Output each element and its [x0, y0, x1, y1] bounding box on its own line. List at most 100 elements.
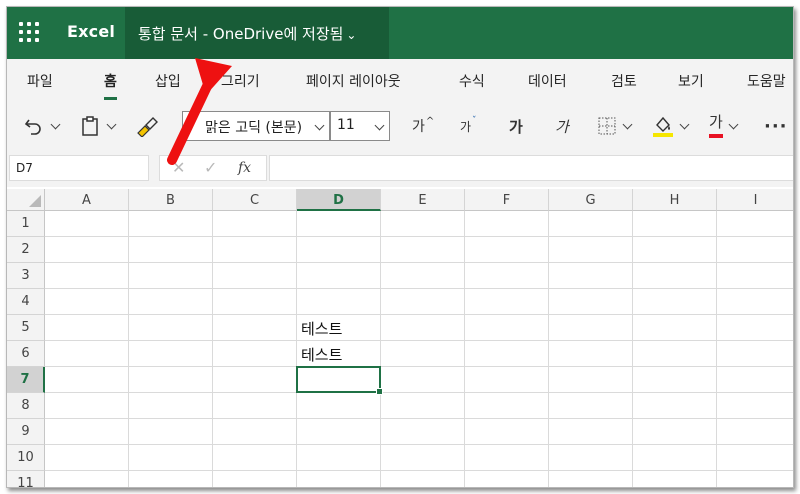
- tab-review[interactable]: 검토: [611, 71, 637, 91]
- more-options-button[interactable]: ···: [764, 111, 788, 141]
- chevron-down-icon: [106, 119, 117, 129]
- column-header-f[interactable]: F: [465, 189, 549, 211]
- ribbon-toolbar: 맑은 고딕 (본문) 11 가 ^ 가ˇ 가 가 가 ···: [7, 101, 793, 151]
- bold-button[interactable]: 가: [509, 111, 523, 141]
- row-header-3[interactable]: 3: [7, 263, 45, 289]
- ribbon-tabs: 파일 홈 삽입 그리기 페이지 레이아웃 수식 데이터 검토 보기 도움말: [7, 59, 793, 101]
- document-title-button[interactable]: 통합 문서 - OneDrive에 저장됨 ⌄: [125, 7, 389, 59]
- app-brand[interactable]: Excel: [67, 22, 115, 41]
- row-header-4[interactable]: 4: [7, 289, 45, 315]
- column-gridline: [632, 211, 633, 487]
- chevron-down-icon: [679, 119, 690, 129]
- shrink-font-button[interactable]: 가ˇ: [460, 111, 477, 141]
- spreadsheet-grid[interactable]: ABCDEFGHI 1 2 3 4 5 6 7 8 9 10 11 테스트 테스트: [7, 189, 793, 487]
- title-bar: Excel 통합 문서 - OneDrive에 저장됨 ⌄: [7, 7, 793, 59]
- paste-button[interactable]: [79, 111, 117, 141]
- font-name-dropdown[interactable]: 맑은 고딕 (본문): [182, 111, 330, 141]
- tab-view[interactable]: 보기: [678, 71, 704, 91]
- row-header-1[interactable]: 1: [7, 211, 45, 237]
- up-icon: ^: [425, 115, 435, 127]
- font-color-icon: 가: [709, 114, 723, 138]
- row-header-9[interactable]: 9: [7, 419, 45, 445]
- column-header-a[interactable]: A: [45, 189, 129, 211]
- column-gridline: [548, 211, 549, 487]
- column-gridline: [296, 211, 297, 487]
- shrink-font-label: 가: [460, 119, 472, 134]
- chevron-down-icon: [314, 120, 325, 131]
- column-header-h[interactable]: H: [633, 189, 717, 211]
- chevron-down-icon: [374, 120, 385, 131]
- undo-button[interactable]: [23, 111, 61, 141]
- waffle-icon[interactable]: [19, 22, 41, 44]
- row-gridline: [45, 366, 793, 367]
- borders-icon: [598, 117, 616, 135]
- chevron-down-icon: [622, 119, 633, 129]
- column-header-g[interactable]: G: [549, 189, 633, 211]
- font-color-button[interactable]: 가: [709, 111, 739, 141]
- tab-data[interactable]: 데이터: [528, 71, 567, 91]
- row-header-5[interactable]: 5: [7, 315, 45, 341]
- column-header-e[interactable]: E: [381, 189, 465, 211]
- row-gridline: [45, 288, 793, 289]
- tab-help[interactable]: 도움말: [747, 71, 786, 91]
- row-header-10[interactable]: 10: [7, 445, 45, 471]
- column-gridline: [128, 211, 129, 487]
- row-gridline: [45, 340, 793, 341]
- chevron-down-icon: [728, 119, 739, 129]
- excel-window: Excel 통합 문서 - OneDrive에 저장됨 ⌄ 파일 홈 삽입 그리기…: [6, 6, 794, 488]
- tab-formulas[interactable]: 수식: [459, 71, 485, 91]
- formula-bar: D7 ✕ ✓ fx: [7, 151, 793, 187]
- column-gridline: [380, 211, 381, 487]
- clipboard-icon: [82, 116, 98, 136]
- row-header-8[interactable]: 8: [7, 393, 45, 419]
- row-gridline: [45, 314, 793, 315]
- row-gridline: [45, 392, 793, 393]
- formula-buttons: ✕ ✓ fx: [159, 155, 267, 181]
- font-size-value: 11: [337, 117, 355, 133]
- row-gridline: [45, 236, 793, 237]
- confirm-icon[interactable]: ✓: [204, 158, 217, 177]
- column-header-i[interactable]: I: [717, 189, 793, 211]
- format-painter-button[interactable]: [135, 111, 159, 141]
- column-header-d[interactable]: D: [297, 189, 381, 211]
- name-box[interactable]: D7: [9, 155, 149, 181]
- row-gridline: [45, 444, 793, 445]
- down-icon: ˇ: [472, 116, 477, 126]
- row-gridline: [45, 262, 793, 263]
- row-header-11[interactable]: 11: [7, 471, 45, 487]
- chevron-down-icon: ⌄: [346, 28, 357, 42]
- italic-button[interactable]: 가: [555, 111, 569, 141]
- fill-color-button[interactable]: [652, 111, 690, 141]
- chevron-down-icon: [50, 119, 61, 129]
- cell-d5[interactable]: 테스트: [301, 318, 342, 339]
- column-gridline: [716, 211, 717, 487]
- column-gridline: [212, 211, 213, 487]
- row-header-7[interactable]: 7: [7, 367, 45, 393]
- tab-page-layout[interactable]: 페이지 레이아웃: [306, 71, 401, 91]
- formula-input[interactable]: [269, 155, 793, 181]
- active-cell-d7[interactable]: [296, 366, 383, 395]
- grow-font-button[interactable]: 가 ^: [412, 111, 434, 141]
- font-name-value: 맑은 고딕 (본문): [205, 120, 303, 136]
- select-all-corner[interactable]: [7, 189, 45, 211]
- document-title: 통합 문서 - OneDrive에 저장됨: [138, 25, 344, 43]
- tab-home[interactable]: 홈: [104, 71, 117, 100]
- fx-icon[interactable]: fx: [238, 160, 251, 176]
- row-header-2[interactable]: 2: [7, 237, 45, 263]
- column-header-c[interactable]: C: [213, 189, 297, 211]
- format-painter-icon: [137, 117, 158, 137]
- font-size-dropdown[interactable]: 11: [330, 111, 390, 141]
- tab-insert[interactable]: 삽입: [155, 71, 181, 91]
- column-gridline: [464, 211, 465, 487]
- row-gridline: [45, 470, 793, 471]
- tab-file[interactable]: 파일: [27, 71, 53, 91]
- borders-button[interactable]: [597, 111, 633, 141]
- row-gridline: [45, 418, 793, 419]
- cancel-icon[interactable]: ✕: [172, 158, 185, 177]
- tab-draw[interactable]: 그리기: [221, 71, 260, 91]
- column-header-b[interactable]: B: [129, 189, 213, 211]
- fill-color-icon: [653, 116, 673, 137]
- row-header-6[interactable]: 6: [7, 341, 45, 367]
- grow-font-label: 가: [412, 119, 425, 135]
- cell-d6[interactable]: 테스트: [301, 344, 342, 365]
